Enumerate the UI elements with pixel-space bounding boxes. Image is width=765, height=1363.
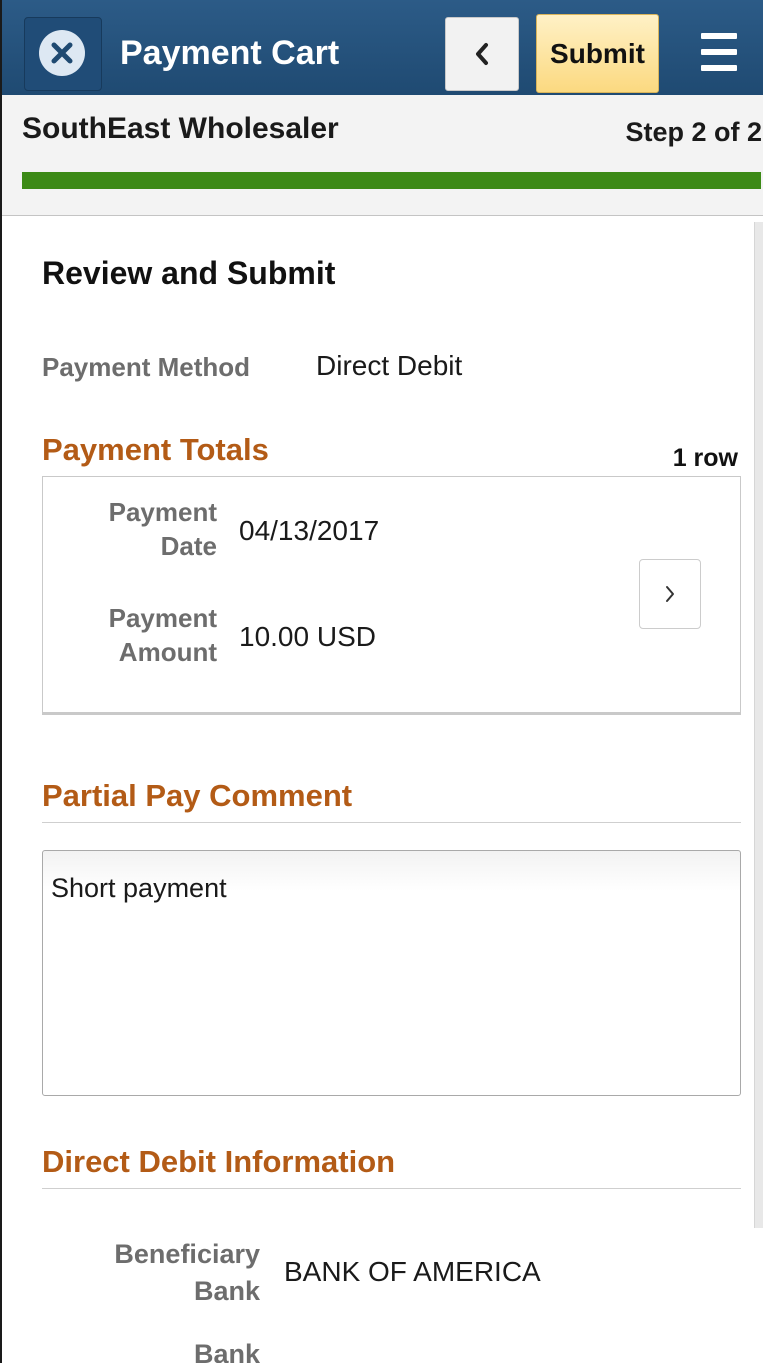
payment-amount-value: 10.00 USD [239,621,376,652]
payment-totals-row[interactable]: Payment Date 04/13/2017 Payment Amount 1… [42,476,741,715]
payment-date-value: 04/13/2017 [239,515,380,546]
payment-method-label: Payment Method [42,352,251,382]
progress-bar-fill [22,172,761,189]
divider [42,822,741,823]
page-frame: Payment Cart Submit SouthEast Wholesaler… [0,0,763,1363]
row-count: 1 row [672,444,738,472]
scrollbar[interactable] [754,222,763,1228]
payment-amount-label: Payment Amount [108,603,217,667]
company-name: SouthEast Wholesaler [22,112,339,145]
close-button[interactable] [39,30,85,76]
payment-totals-title: Payment Totals [42,432,269,467]
beneficiary-bank-value: BANK OF AMERICA [284,1256,541,1287]
page-title: Payment Cart [120,34,340,72]
bank-account-label: Bank [193,1339,260,1363]
submit-button[interactable]: Submit [536,14,659,93]
back-button[interactable] [445,17,519,91]
beneficiary-bank-label: Beneficiary Bank [114,1239,260,1306]
chevron-right-icon [666,586,674,602]
progress-bar [22,172,761,189]
section-title: Review and Submit [42,255,336,291]
chevron-left-icon [476,43,488,65]
close-icon [51,42,73,64]
partial-pay-title: Partial Pay Comment [42,778,353,813]
train-stop-header: SouthEast Wholesaler Step 2 of 2 [2,95,763,216]
payment-date-label: Payment Date [108,497,217,561]
divider [42,1188,741,1189]
hamburger-menu-icon[interactable] [694,27,744,77]
step-indicator: Step 2 of 2 [625,117,762,147]
direct-debit-title: Direct Debit Information [42,1144,396,1179]
app-header: Payment Cart Submit [2,0,763,96]
row-detail-button[interactable] [639,559,701,629]
payment-method-value: Direct Debit [316,350,463,381]
partial-pay-comment-textarea[interactable]: Short payment [42,850,741,1096]
